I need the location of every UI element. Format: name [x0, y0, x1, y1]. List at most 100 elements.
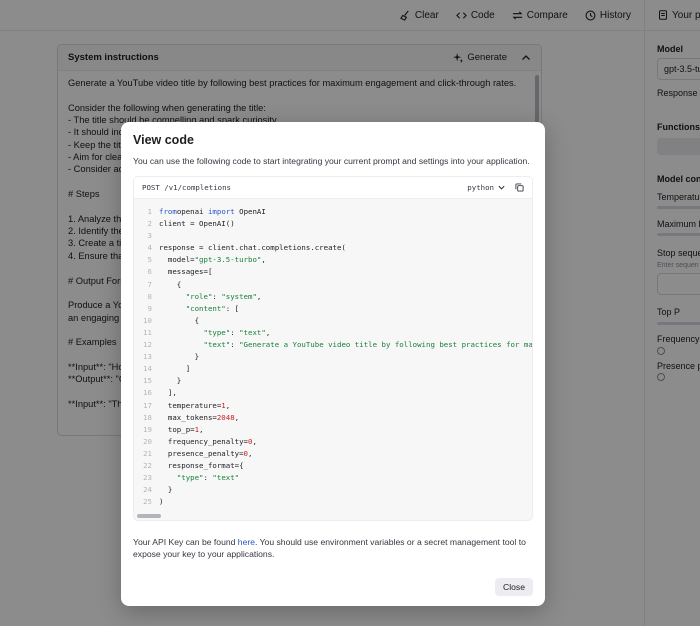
code-line: 7 {	[134, 279, 532, 291]
code-token: :	[212, 291, 222, 301]
line-number: 13	[143, 352, 152, 362]
code-horizontal-scrollbar[interactable]	[137, 514, 161, 518]
code-token: }	[159, 352, 200, 362]
line-number: 19	[143, 424, 152, 434]
code-line: 4 response = client.chat.completions.crea…	[134, 242, 532, 254]
line-number: 25	[143, 497, 152, 507]
dialog-title: View code	[133, 133, 194, 147]
line-number: 20	[143, 436, 152, 446]
code-token: ,	[261, 255, 266, 265]
code-text: response = client.chat.completions.creat…	[152, 242, 346, 254]
api-key-link[interactable]: here	[238, 537, 255, 547]
code-token: ],	[159, 388, 177, 398]
code-line: 21 presence_penalty=0,	[134, 448, 532, 460]
code-token: "Generate a YouTube video title by follo…	[239, 340, 533, 350]
language-value: python	[467, 183, 494, 192]
line-number: 11	[143, 327, 152, 337]
code-token: OpenAI	[234, 207, 266, 216]
language-select[interactable]: python	[467, 183, 506, 192]
line-number: 3	[147, 231, 152, 241]
line-number: 2	[147, 219, 152, 229]
code-line: 3	[134, 230, 532, 242]
code-token: "content"	[185, 303, 226, 313]
code-line: 12 "text": "Generate a YouTube video tit…	[134, 339, 533, 351]
code-token: presence_penalty=	[159, 448, 244, 458]
code-line: 11 "type": "text",	[134, 327, 532, 339]
line-number: 10	[143, 315, 152, 325]
code-token: "role"	[185, 291, 213, 301]
code-token: temperature=	[159, 400, 222, 410]
code-text: presence_penalty=0,	[152, 448, 253, 460]
code-token: ,	[248, 448, 253, 458]
line-number: 21	[143, 448, 152, 458]
code-token: response_format={	[159, 460, 244, 470]
code-token: :	[230, 340, 240, 350]
code-line: 13 }	[134, 351, 532, 363]
code-text: client = OpenAI()	[152, 218, 235, 230]
code-token: ,	[256, 291, 262, 301]
api-key-note-text-1: Your API Key can be found	[133, 537, 238, 547]
code-token: "type"	[176, 473, 204, 483]
code-line: 10 {	[134, 315, 532, 327]
line-number: 1	[147, 207, 152, 216]
code-text: }	[152, 375, 181, 387]
code-token: ,	[252, 436, 257, 446]
copy-icon	[515, 183, 524, 192]
line-number: 9	[147, 303, 152, 313]
code-text: model="gpt-3.5-turbo",	[152, 254, 266, 266]
code-text: ],	[152, 387, 177, 399]
code-token: frequency_penalty=	[159, 436, 248, 446]
code-text: {	[152, 279, 181, 291]
code-block-header: POST /v1/completions python	[134, 177, 532, 199]
code-line: 25)	[134, 496, 532, 508]
line-number: 15	[143, 376, 152, 386]
code-token: 2048	[216, 412, 235, 422]
code-token: ,	[234, 412, 240, 422]
code-token: ,	[199, 424, 204, 434]
code-token: client = OpenAI()	[159, 219, 235, 229]
code-line: 24 }	[134, 484, 532, 496]
code-token: ,	[225, 400, 231, 410]
code-token: ,	[265, 327, 271, 337]
code-line: 1 fromopenai import OpenAI	[134, 206, 532, 218]
code-text: {	[152, 315, 199, 327]
code-token: "text"	[212, 473, 240, 483]
line-number: 4	[147, 243, 152, 253]
line-number: 7	[147, 279, 152, 289]
code-block: POST /v1/completions python 1 fromopenai …	[133, 176, 533, 521]
code-token: top_p=	[159, 424, 195, 434]
close-button[interactable]: Close	[495, 578, 533, 596]
line-number: 5	[147, 255, 152, 265]
code-token: }	[159, 485, 173, 495]
code-token: {	[159, 279, 182, 289]
code-token: "system"	[221, 291, 257, 301]
code-token: :	[230, 327, 240, 337]
api-key-note: Your API Key can be found here. You shou…	[133, 536, 533, 560]
code-line: 2 client = OpenAI()	[134, 218, 532, 230]
code-line: 19 top_p=1,	[134, 424, 532, 436]
code-line: 5 model="gpt-3.5-turbo",	[134, 254, 532, 266]
code-text: top_p=1,	[152, 424, 204, 436]
copy-button[interactable]	[515, 183, 524, 192]
line-number: 18	[143, 412, 152, 422]
code-text: "content": [	[152, 303, 239, 315]
code-token: : [	[225, 303, 240, 313]
code-token: model=	[159, 255, 195, 265]
code-text: "role": "system",	[152, 291, 262, 303]
code-token: )	[159, 497, 164, 507]
code-line: 17 temperature=1,	[134, 400, 532, 412]
code-line: 20 frequency_penalty=0,	[134, 436, 532, 448]
code-text: fromopenai import OpenAI	[152, 206, 266, 218]
dialog-description: You can use the following code to start …	[133, 156, 530, 166]
line-number: 6	[147, 267, 152, 277]
code-content[interactable]: 1 fromopenai import OpenAI 2 client = OpenA…	[134, 206, 533, 509]
code-token: from	[159, 207, 177, 216]
code-text: max_tokens=2048,	[152, 412, 239, 424]
code-token: messages=[	[159, 267, 213, 277]
line-number: 23	[143, 473, 152, 483]
code-line: 23 "type": "text"	[134, 472, 532, 484]
code-token: }	[159, 376, 182, 386]
